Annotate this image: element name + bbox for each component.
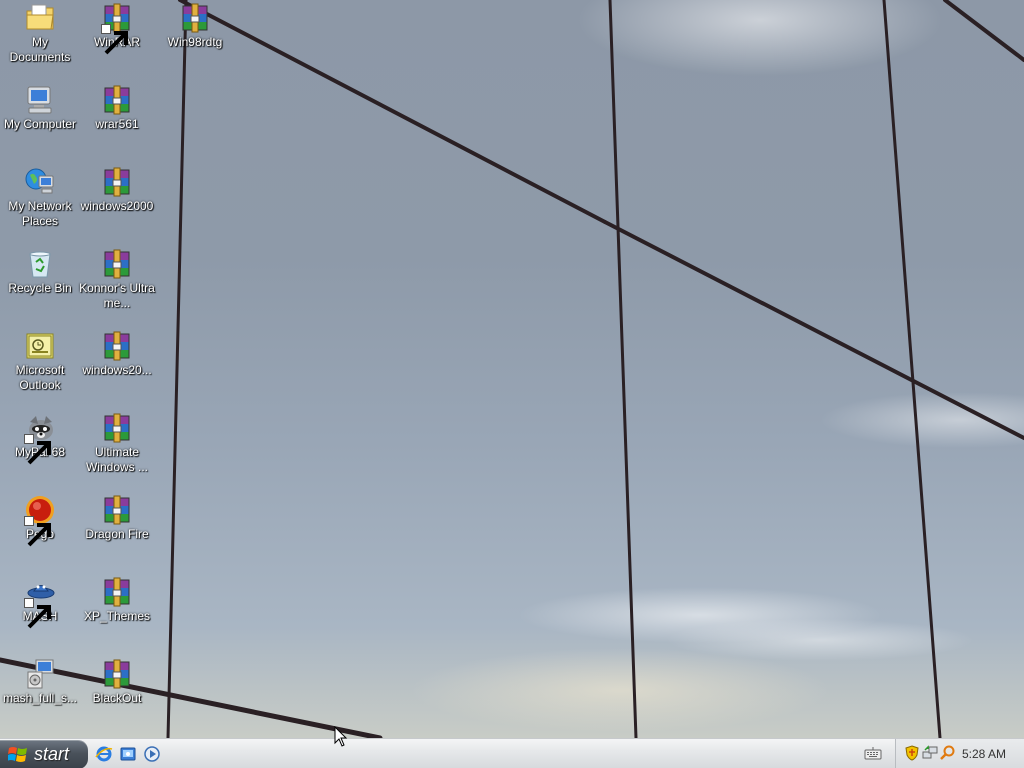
icon-label: Win98rdtg bbox=[167, 35, 223, 49]
icon-label: windows2000 bbox=[80, 199, 154, 213]
winrar-archive-icon bbox=[101, 658, 133, 690]
network-icon[interactable] bbox=[922, 745, 938, 761]
desktop-icon-mypal[interactable]: MyPal 68 bbox=[0, 412, 80, 465]
taskbar: start 5:28 AM bbox=[0, 738, 1024, 768]
icon-label: Recycle Bin bbox=[8, 281, 72, 295]
desktop-icon-konnors-ultra[interactable]: Konnor's Ultra me... bbox=[77, 248, 157, 311]
keyboard-icon[interactable] bbox=[864, 745, 882, 763]
desktop-icon-blackout[interactable]: BlackOut bbox=[77, 658, 157, 706]
winrar-archive-icon bbox=[179, 2, 211, 34]
winrar-archive-icon bbox=[101, 166, 133, 198]
shortcut-arrow-icon bbox=[24, 598, 51, 629]
my-documents-icon bbox=[24, 2, 56, 34]
desktop-icon-ultimate-windows[interactable]: Ultimate Windows ... bbox=[77, 412, 157, 475]
network-places-icon bbox=[24, 166, 56, 198]
desktop-icon-my-computer[interactable]: My Computer bbox=[0, 84, 80, 132]
winrar-archive-icon bbox=[101, 330, 133, 362]
winrar-archive-icon bbox=[101, 84, 133, 116]
desktop-icon-windows2000[interactable]: windows2000 bbox=[77, 166, 157, 214]
icon-label: wrar561 bbox=[95, 117, 139, 131]
icon-label: Konnor's Ultra me... bbox=[79, 281, 155, 310]
shortcut-arrow-icon bbox=[101, 24, 128, 55]
system-tray: 5:28 AM bbox=[895, 739, 1024, 768]
mypal-icon bbox=[24, 412, 56, 465]
recycle-bin-icon bbox=[24, 248, 56, 280]
desktop-icon-mash-installer[interactable]: mash_full_s... bbox=[0, 658, 80, 706]
start-label: start bbox=[34, 744, 70, 764]
desktop-icon-dragon-fire[interactable]: Dragon Fire bbox=[77, 494, 157, 542]
winrar-archive-icon bbox=[101, 494, 133, 526]
desktop-icon-outlook[interactable]: Microsoft Outlook bbox=[0, 330, 80, 393]
desktop[interactable]: My Documents My Computer My Network Plac… bbox=[0, 0, 1024, 738]
icon-label: BlackOut bbox=[92, 691, 142, 705]
pego-icon bbox=[24, 494, 56, 547]
windows-logo-icon bbox=[8, 746, 27, 762]
icon-label: Ultimate Windows ... bbox=[85, 445, 148, 474]
icon-label: My Network Places bbox=[8, 199, 72, 228]
security-shield-icon[interactable] bbox=[904, 745, 920, 761]
desktop-icon-my-documents[interactable]: My Documents bbox=[0, 2, 80, 65]
icon-label: My Documents bbox=[9, 35, 71, 64]
desktop-icon-win98rdtg[interactable]: Win98rdtg bbox=[155, 2, 235, 50]
icon-label: Dragon Fire bbox=[85, 527, 149, 541]
start-button[interactable]: start bbox=[0, 740, 88, 768]
internet-explorer-icon[interactable] bbox=[95, 745, 113, 763]
winrar-archive-icon bbox=[101, 576, 133, 608]
shortcut-arrow-icon bbox=[24, 516, 51, 547]
desktop-icon-winrar[interactable]: WinRAR bbox=[77, 2, 157, 55]
icon-label: My Computer bbox=[3, 117, 77, 131]
winrar-archive-icon bbox=[101, 412, 133, 444]
mouse-cursor-icon bbox=[334, 726, 348, 747]
desktop-icon-network-places[interactable]: My Network Places bbox=[0, 166, 80, 229]
outlook-icon bbox=[24, 330, 56, 362]
installer-icon bbox=[24, 658, 56, 690]
desktop-icon-xp-themes[interactable]: XP_Themes bbox=[77, 576, 157, 624]
clock[interactable]: 5:28 AM bbox=[962, 747, 1006, 761]
my-computer-icon bbox=[24, 84, 56, 116]
icon-label: windows20... bbox=[82, 363, 152, 377]
icon-label: mash_full_s... bbox=[2, 691, 78, 705]
icon-label: Microsoft Outlook bbox=[15, 363, 65, 392]
quick-launch bbox=[95, 745, 161, 763]
show-desktop-icon[interactable] bbox=[119, 745, 137, 763]
desktop-icon-wrar561[interactable]: wrar561 bbox=[77, 84, 157, 132]
shortcut-arrow-icon bbox=[24, 434, 51, 465]
search-icon[interactable] bbox=[940, 745, 956, 761]
desktop-icon-mash[interactable]: MASH bbox=[0, 576, 80, 629]
icon-label: XP_Themes bbox=[83, 609, 151, 623]
media-player-icon[interactable] bbox=[143, 745, 161, 763]
desktop-icon-windows20[interactable]: windows20... bbox=[77, 330, 157, 378]
desktop-icon-pego[interactable]: Pego bbox=[0, 494, 80, 547]
winrar-icon bbox=[101, 2, 133, 55]
winrar-archive-icon bbox=[101, 248, 133, 280]
desktop-icon-recycle-bin[interactable]: Recycle Bin bbox=[0, 248, 80, 296]
mash-icon bbox=[24, 576, 56, 629]
